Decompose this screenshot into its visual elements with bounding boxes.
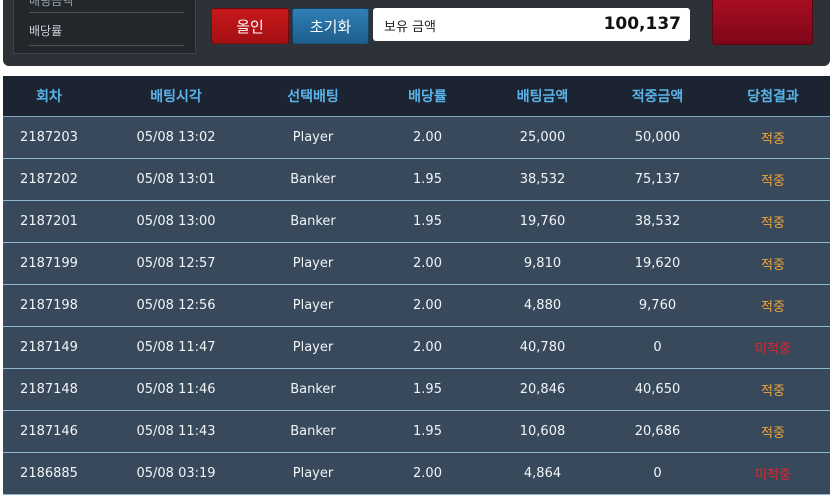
cell-odds: 2.00 <box>369 284 486 327</box>
cell-odds: 2.00 <box>369 452 486 495</box>
cell-round: 2186885 <box>3 452 95 495</box>
cell-round: 2187202 <box>3 158 95 201</box>
cell-bet-amount: 38,532 <box>486 158 599 201</box>
cell-payout: 40,650 <box>599 368 716 411</box>
cell-round: 2187146 <box>3 410 95 453</box>
header-payout: 적중금액 <box>599 76 716 117</box>
cell-odds: 2.00 <box>369 326 486 369</box>
cell-odds: 1.95 <box>369 200 486 243</box>
cell-pick: Player <box>257 452 369 495</box>
cell-bet-time: 05/08 12:57 <box>95 242 257 285</box>
table-row: 2187203 05/08 13:02 Player 2.00 25,000 50,000… <box>3 116 830 159</box>
header-bet-time: 배팅시각 <box>95 76 257 117</box>
cell-bet-amount: 10,608 <box>486 410 599 453</box>
table-row: 2187148 05/08 11:46 Banker 1.95 20,846 40,650… <box>3 368 830 411</box>
all-in-button[interactable]: 올인 <box>211 8 289 44</box>
cell-round: 2187203 <box>3 116 95 159</box>
balance-value: 100,137 <box>603 14 681 34</box>
cell-payout: 20,686 <box>599 410 716 453</box>
cell-bet-amount: 19,760 <box>486 200 599 243</box>
cell-pick: Banker <box>257 158 369 201</box>
cell-result: 적중 <box>716 242 830 285</box>
odds-label: 배당률 <box>29 24 63 38</box>
cell-round: 2187199 <box>3 242 95 285</box>
cell-odds: 2.00 <box>369 242 486 285</box>
cell-pick: Player <box>257 116 369 159</box>
header-odds: 배당률 <box>369 76 486 117</box>
cell-result: 적중 <box>716 284 830 327</box>
bet-info-box: 배팅금액 배당률 <box>13 0 196 54</box>
cell-odds: 1.95 <box>369 368 486 411</box>
cell-bet-time: 05/08 03:19 <box>95 452 257 495</box>
cell-bet-amount: 4,880 <box>486 284 599 327</box>
cell-bet-amount: 40,780 <box>486 326 599 369</box>
table-row: 2187202 05/08 13:01 Banker 1.95 38,532 75,137… <box>3 158 830 201</box>
cell-bet-time: 05/08 13:01 <box>95 158 257 201</box>
bet-amount-label: 배팅금액 <box>29 0 74 8</box>
cell-bet-amount: 4,864 <box>486 452 599 495</box>
cell-result: 적중 <box>716 368 830 411</box>
table-header-row: 회차 배팅시각 선택배팅 배당률 배팅금액 적중금액 당첨결과 <box>3 76 830 117</box>
cell-round: 2187198 <box>3 284 95 327</box>
table-row: 2187146 05/08 11:43 Banker 1.95 10,608 20,686… <box>3 410 830 453</box>
balance-display: 보유 금액 100,137 <box>373 8 690 41</box>
cell-payout: 19,620 <box>599 242 716 285</box>
bet-history-table-wrapper: 회차 배팅시각 선택배팅 배당률 배팅금액 적중금액 당첨결과 2187203 0… <box>3 76 830 495</box>
cell-payout: 0 <box>599 452 716 495</box>
cell-bet-time: 05/08 13:00 <box>95 200 257 243</box>
cell-payout: 9,760 <box>599 284 716 327</box>
cell-round: 2187201 <box>3 200 95 243</box>
table-body: 2187203 05/08 13:02 Player 2.00 25,000 50,000… <box>3 116 830 495</box>
cell-bet-time: 05/08 11:47 <box>95 326 257 369</box>
cell-result: 미적중 <box>716 326 830 369</box>
table-row: 2187149 05/08 11:47 Player 2.00 40,780 0 미적중 <box>3 326 830 369</box>
bet-history-table: 회차 배팅시각 선택배팅 배당률 배팅금액 적중금액 당첨결과 2187203 0… <box>3 76 830 495</box>
cell-round: 2187148 <box>3 368 95 411</box>
cell-odds: 1.95 <box>369 410 486 453</box>
cell-bet-time: 05/08 13:02 <box>95 116 257 159</box>
cell-result: 미적중 <box>716 452 830 495</box>
bet-confirm-button[interactable] <box>712 0 813 45</box>
cell-pick: Banker <box>257 410 369 453</box>
cell-pick: Player <box>257 284 369 327</box>
header-result: 당첨결과 <box>716 76 830 117</box>
cell-pick: Player <box>257 242 369 285</box>
cell-bet-time: 05/08 11:46 <box>95 368 257 411</box>
cell-bet-amount: 20,846 <box>486 368 599 411</box>
cell-result: 적중 <box>716 410 830 453</box>
divider <box>29 45 184 46</box>
header-round: 회차 <box>3 76 95 117</box>
cell-payout: 0 <box>599 326 716 369</box>
table-row: 2187198 05/08 12:56 Player 2.00 4,880 9,760 적중 <box>3 284 830 327</box>
table-row: 2187201 05/08 13:00 Banker 1.95 19,760 38,532… <box>3 200 830 243</box>
cell-payout: 38,532 <box>599 200 716 243</box>
divider <box>29 12 184 13</box>
cell-odds: 1.95 <box>369 158 486 201</box>
cell-result: 적중 <box>716 116 830 159</box>
table-row: 2187199 05/08 12:57 Player 2.00 9,810 19,620 적… <box>3 242 830 285</box>
header-pick: 선택배팅 <box>257 76 369 117</box>
reset-button[interactable]: 초기화 <box>292 8 369 44</box>
cell-pick: Player <box>257 326 369 369</box>
header-bet-amount: 배팅금액 <box>486 76 599 117</box>
cell-result: 적중 <box>716 158 830 201</box>
cell-payout: 50,000 <box>599 116 716 159</box>
cell-bet-time: 05/08 11:43 <box>95 410 257 453</box>
cell-pick: Banker <box>257 368 369 411</box>
balance-label: 보유 금액 <box>384 20 436 35</box>
cell-payout: 75,137 <box>599 158 716 201</box>
cell-bet-amount: 25,000 <box>486 116 599 159</box>
cell-pick: Banker <box>257 200 369 243</box>
cell-result: 적중 <box>716 200 830 243</box>
cell-bet-time: 05/08 12:56 <box>95 284 257 327</box>
cell-round: 2187149 <box>3 326 95 369</box>
cell-bet-amount: 9,810 <box>486 242 599 285</box>
table-row: 2186885 05/08 03:19 Player 2.00 4,864 0 미적중 <box>3 452 830 495</box>
bet-control-panel: 배팅금액 배당률 올인 초기화 보유 금액 100,137 <box>3 0 830 66</box>
cell-odds: 2.00 <box>369 116 486 159</box>
